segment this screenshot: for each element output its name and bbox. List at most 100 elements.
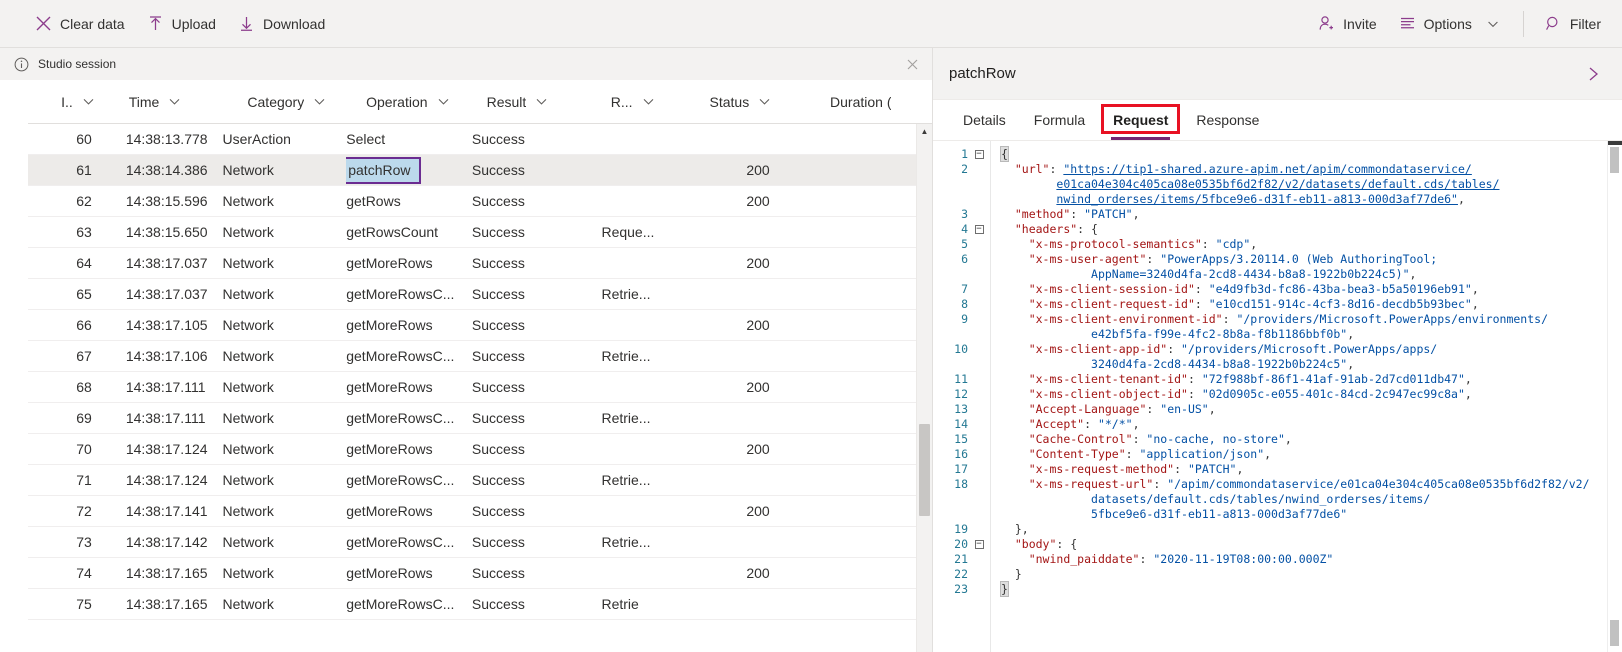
table-cell-category[interactable]: Network [222, 410, 346, 426]
table-row[interactable]: 6814:38:17.111NetworkgetMoreRowsSuccess2… [28, 372, 932, 403]
options-button[interactable]: Options [1388, 9, 1513, 38]
table-cell-time[interactable]: 14:38:17.141 [98, 503, 223, 519]
table-cell-result[interactable]: Success [472, 534, 602, 550]
table-row[interactable]: 6314:38:15.650NetworkgetRowsCountSuccess… [28, 217, 932, 248]
table-cell-result[interactable]: Success [472, 596, 602, 612]
column-header-request[interactable]: R... [611, 94, 704, 110]
table-cell-index[interactable]: 66 [28, 317, 98, 333]
table-cell-time[interactable]: 14:38:15.650 [98, 224, 223, 240]
table-cell-request[interactable]: Retrie... [601, 534, 698, 550]
fold-collapse-icon[interactable]: − [972, 540, 986, 549]
close-icon[interactable] [904, 56, 920, 72]
tab-response[interactable]: Response [1182, 100, 1273, 140]
table-cell-category[interactable]: Network [222, 534, 346, 550]
table-cell-category[interactable]: Network [222, 472, 346, 488]
table-cell-index[interactable]: 62 [28, 193, 98, 209]
table-cell-request[interactable]: Reque... [601, 224, 698, 240]
table-cell-time[interactable]: 14:38:17.106 [98, 348, 223, 364]
table-cell-result[interactable]: Success [472, 131, 602, 147]
selected-operation-cell[interactable]: patchRow [346, 157, 420, 184]
table-cell-result[interactable]: Success [472, 193, 602, 209]
tab-details[interactable]: Details [949, 100, 1020, 140]
table-cell-operation[interactable]: getMoreRowsC... [346, 534, 472, 550]
table-row[interactable]: 6714:38:17.106NetworkgetMoreRowsC...Succ… [28, 341, 932, 372]
table-cell-index[interactable]: 65 [28, 286, 98, 302]
table-row[interactable]: 6214:38:15.596NetworkgetRowsSuccess200 [28, 186, 932, 217]
table-cell-index[interactable]: 60 [28, 131, 98, 147]
fold-collapse-icon[interactable]: − [972, 150, 986, 159]
table-cell-category[interactable]: Network [222, 224, 346, 240]
table-cell-result[interactable]: Success [472, 503, 602, 519]
download-button[interactable]: Download [227, 9, 336, 38]
table-cell-operation[interactable]: getMoreRows [346, 379, 472, 395]
table-cell-result[interactable]: Success [472, 441, 602, 457]
table-row[interactable]: 7314:38:17.142NetworkgetMoreRowsC...Succ… [28, 527, 932, 558]
fold-box[interactable]: − [975, 225, 984, 234]
table-cell-status[interactable]: 200 [698, 441, 826, 457]
table-cell-result[interactable]: Success [472, 286, 602, 302]
column-header-duration[interactable]: Duration ( [830, 94, 932, 110]
column-header-result[interactable]: Result [487, 94, 611, 110]
table-cell-result[interactable]: Success [472, 224, 602, 240]
table-cell-request[interactable]: Retrie... [601, 286, 698, 302]
code-scrollbar-thumb-top[interactable] [1610, 147, 1619, 173]
table-row[interactable]: 7414:38:17.165NetworkgetMoreRowsSuccess2… [28, 558, 932, 589]
column-header-operation[interactable]: Operation [366, 94, 487, 110]
table-cell-status[interactable]: 200 [698, 255, 826, 271]
table-cell-request[interactable]: Retrie... [601, 472, 698, 488]
table-cell-index[interactable]: 71 [28, 472, 98, 488]
table-row[interactable]: 7214:38:17.141NetworkgetMoreRowsSuccess 2… [28, 496, 932, 527]
table-cell-operation[interactable]: getMoreRows [346, 565, 472, 581]
table-cell-result[interactable]: Success [472, 162, 602, 178]
table-cell-index[interactable]: 63 [28, 224, 98, 240]
column-header-time[interactable]: Time [101, 94, 248, 110]
table-row[interactable]: 6514:38:17.037NetworkgetMoreRowsC...Succ… [28, 279, 932, 310]
table-cell-category[interactable]: Network [222, 503, 346, 519]
table-cell-time[interactable]: 14:38:17.165 [98, 565, 223, 581]
upload-button[interactable]: Upload [136, 9, 227, 38]
table-cell-index[interactable]: 64 [28, 255, 98, 271]
table-cell-category[interactable]: Network [222, 348, 346, 364]
scroll-up-arrow-icon[interactable]: ▲ [917, 124, 932, 138]
table-cell-category[interactable]: UserAction [222, 131, 346, 147]
table-cell-result[interactable]: Success [472, 379, 602, 395]
table-cell-time[interactable]: 14:38:17.142 [98, 534, 223, 550]
table-cell-category[interactable]: Network [222, 286, 346, 302]
table-cell-index[interactable]: 69 [28, 410, 98, 426]
table-cell-request[interactable]: Retrie... [601, 348, 698, 364]
table-cell-time[interactable]: 14:38:17.111 [98, 410, 223, 426]
fold-box[interactable]: − [975, 540, 984, 549]
table-cell-operation[interactable]: getMoreRows [346, 255, 472, 271]
table-cell-status[interactable]: 200 [698, 379, 826, 395]
fold-collapse-icon[interactable]: − [972, 225, 986, 234]
filter-button[interactable]: Filter [1534, 9, 1612, 38]
table-cell-index[interactable]: 72 [28, 503, 98, 519]
table-cell-operation[interactable]: getRowsCount [346, 224, 472, 240]
table-row[interactable]: 6614:38:17.105NetworkgetMoreRowsSuccess2… [28, 310, 932, 341]
code-scrollbar[interactable] [1607, 141, 1622, 652]
scrollbar-thumb[interactable] [919, 424, 930, 516]
table-cell-operation[interactable]: getMoreRowsC... [346, 472, 472, 488]
table-cell-status[interactable]: 200 [698, 162, 826, 178]
code-content[interactable]: { "url": "https://tip1-shared.azure-apim… [991, 141, 1622, 652]
table-cell-category[interactable]: Network [222, 255, 346, 271]
table-cell-operation[interactable]: getMoreRowsC... [346, 286, 472, 302]
table-cell-index[interactable]: 73 [28, 534, 98, 550]
table-cell-category[interactable]: Network [222, 441, 346, 457]
table-cell-time[interactable]: 14:38:17.037 [98, 286, 223, 302]
table-cell-operation[interactable]: Select [346, 131, 472, 147]
table-cell-time[interactable]: 14:38:17.124 [98, 472, 223, 488]
tab-formula[interactable]: Formula [1020, 100, 1099, 140]
table-cell-operation[interactable]: getMoreRowsC... [346, 348, 472, 364]
table-cell-status[interactable]: 200 [698, 503, 826, 519]
table-row[interactable]: 6914:38:17.111NetworkgetMoreRowsC...Succ… [28, 403, 932, 434]
table-cell-index[interactable]: 70 [28, 441, 98, 457]
table-cell-status[interactable]: 200 [698, 193, 826, 209]
table-cell-category[interactable]: Network [222, 596, 346, 612]
table-cell-time[interactable]: 14:38:17.105 [98, 317, 223, 333]
table-cell-operation[interactable]: getMoreRows [346, 503, 472, 519]
table-cell-operation[interactable]: getRows [346, 193, 472, 209]
clear-data-button[interactable]: Clear data [24, 9, 136, 38]
table-cell-operation[interactable]: getMoreRowsC... [346, 410, 472, 426]
table-cell-result[interactable]: Success [472, 565, 602, 581]
